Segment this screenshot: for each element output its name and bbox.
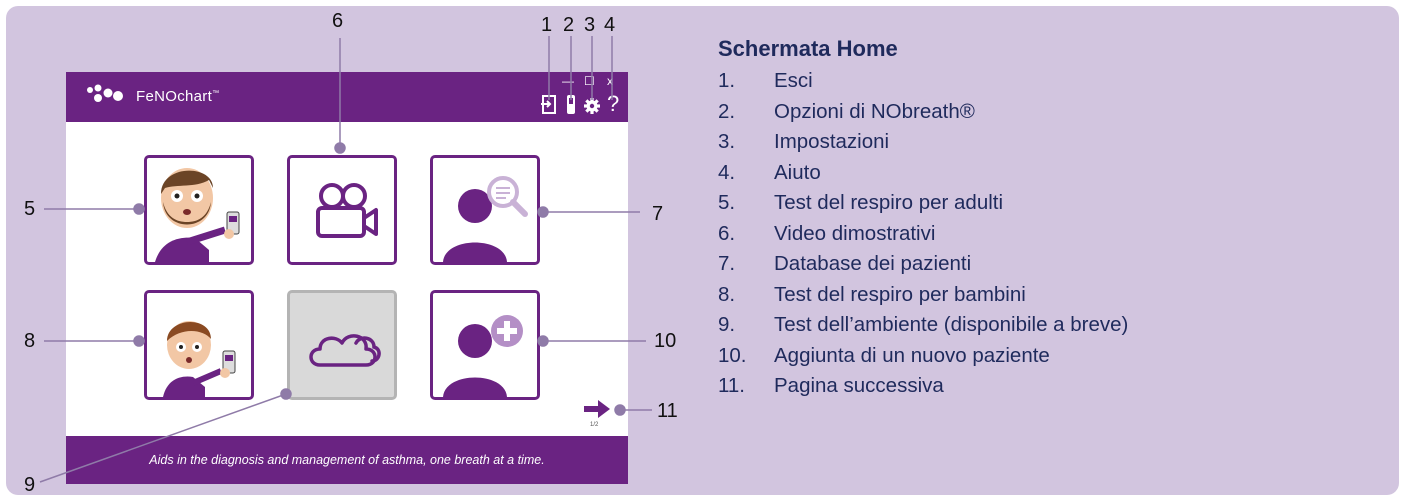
legend-item: 4. Aiuto [718,160,821,184]
legend-item: 5. Test del respiro per adulti [718,191,1004,214]
legend-item: 2. Opzioni di NObreath® [718,99,975,123]
callout-number: 7 [652,203,664,225]
callout-number: 6 [332,10,344,32]
callout-number: 4 [604,14,616,36]
legend-item: 1. Esci [718,69,813,92]
callout-number: 8 [24,330,36,352]
legend-item: 7. Database dei pazienti [718,252,972,275]
callout-number: 10 [654,330,677,352]
legend-item: 6. Video dimostrativi [718,221,936,245]
legend: Schermata Home 1. Esci 2. Opzioni di NObre… [718,34,1128,402]
legend-title: Schermata Home [718,36,898,61]
legend-item: 11. Pagina successiva [718,374,944,397]
legend-item: 10. Aggiunta di un nuovo paziente [718,343,1050,367]
callout-number: 9 [24,474,36,496]
callout-number: 1 [541,14,553,36]
callout-lines [39,36,652,483]
callout-number: 3 [584,14,596,36]
legend-list: 1. Esci 2. Opzioni di NObreath® 3. Impostaz… [718,66,1128,402]
legend-item: 3. Impostazioni [718,130,890,153]
legend-item: 8. Test del respiro per bambini [718,282,1026,306]
callout-number: 2 [563,14,575,36]
callout-number: 5 [24,198,36,220]
legend-item: 9. Test dell’ambiente (disponibile a brev… [718,313,1129,336]
callout-number: 11 [657,400,678,422]
